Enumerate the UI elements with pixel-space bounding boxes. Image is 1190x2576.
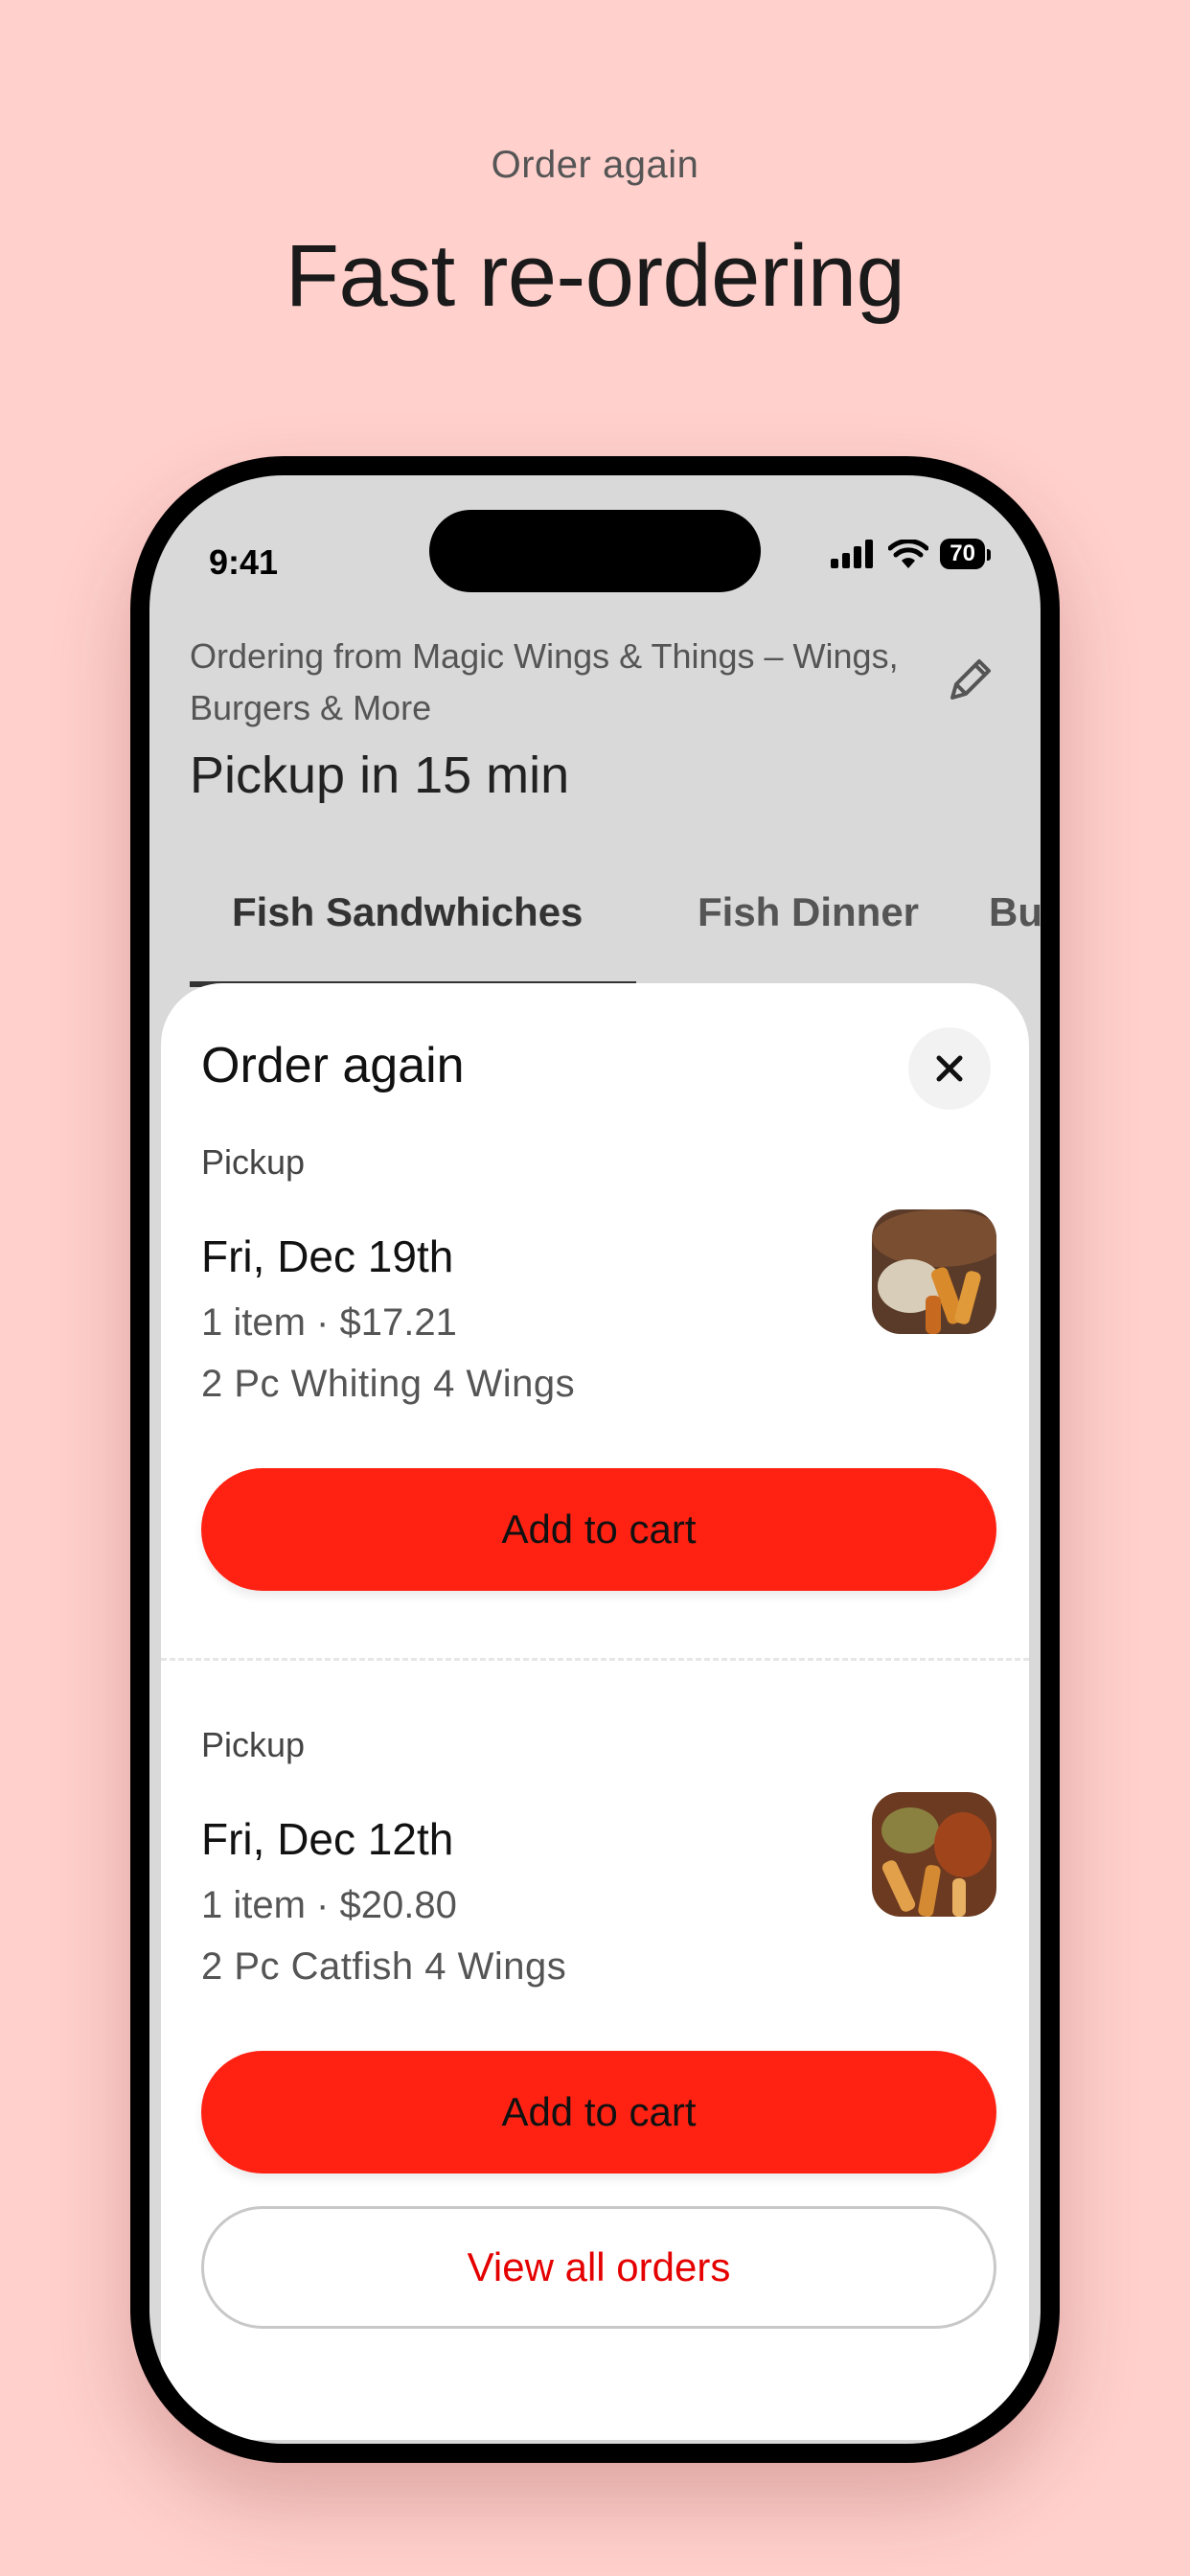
tab-burgers[interactable]: Bu xyxy=(989,889,1041,935)
sheet-title: Order again xyxy=(201,1038,465,1093)
pickup-time: Pickup in 15 min xyxy=(190,747,570,804)
tab-fish-dinner[interactable]: Fish Dinner xyxy=(698,889,919,935)
order-thumbnail xyxy=(872,1792,996,1917)
headline: Fast re-ordering xyxy=(285,227,905,325)
order-date: Fri, Dec 19th xyxy=(201,1231,454,1281)
ordering-from-text: Ordering from Magic Wings & Things – Win… xyxy=(190,636,899,727)
status-icons: 70 xyxy=(831,539,991,569)
order-card: Pickup Fri, Dec 19th 1 item · $17.21 2 P… xyxy=(201,1142,996,1591)
order-divider xyxy=(161,1658,1029,1661)
add-to-cart-button[interactable]: Add to cart xyxy=(201,2051,996,2174)
order-again-sheet: Order again Pickup Fri, Dec 19th 1 item … xyxy=(161,983,1029,2440)
phone-screen: 9:41 70 Ordering from Magic Wings & Thin… xyxy=(149,475,1041,2444)
close-icon xyxy=(936,1055,963,1082)
order-item-name: 2 Pc Whiting 4 Wings xyxy=(201,1363,576,1405)
order-summary: 1 item · $17.21 xyxy=(201,1301,457,1344)
view-all-orders-button[interactable]: View all orders xyxy=(201,2206,996,2329)
order-item-name: 2 Pc Catfish 4 Wings xyxy=(201,1945,567,1988)
battery-indicator: 70 xyxy=(940,539,991,569)
close-button[interactable] xyxy=(908,1027,991,1110)
phone-frame: 9:41 70 Ordering from Magic Wings & Thin… xyxy=(130,456,1060,2463)
order-date: Fri, Dec 12th xyxy=(201,1814,454,1864)
edit-pencil-icon[interactable] xyxy=(939,650,1000,711)
order-mode: Pickup xyxy=(201,1725,306,1764)
eyebrow: Order again xyxy=(491,144,699,186)
signal-icon xyxy=(831,540,874,568)
order-thumbnail xyxy=(872,1209,996,1334)
category-tabs: Fish Sandwhiches Fish Dinner Bu xyxy=(149,889,1041,981)
tab-fish-sandwiches[interactable]: Fish Sandwhiches xyxy=(232,889,583,935)
order-card: Pickup Fri, Dec 12th 1 item · $20.80 2 P… xyxy=(201,1725,996,2174)
add-to-cart-button[interactable]: Add to cart xyxy=(201,1468,996,1591)
order-summary: 1 item · $20.80 xyxy=(201,1884,457,1926)
wifi-icon xyxy=(888,540,929,568)
order-mode: Pickup xyxy=(201,1142,306,1182)
dynamic-island xyxy=(429,510,761,592)
status-time: 9:41 xyxy=(209,542,279,582)
